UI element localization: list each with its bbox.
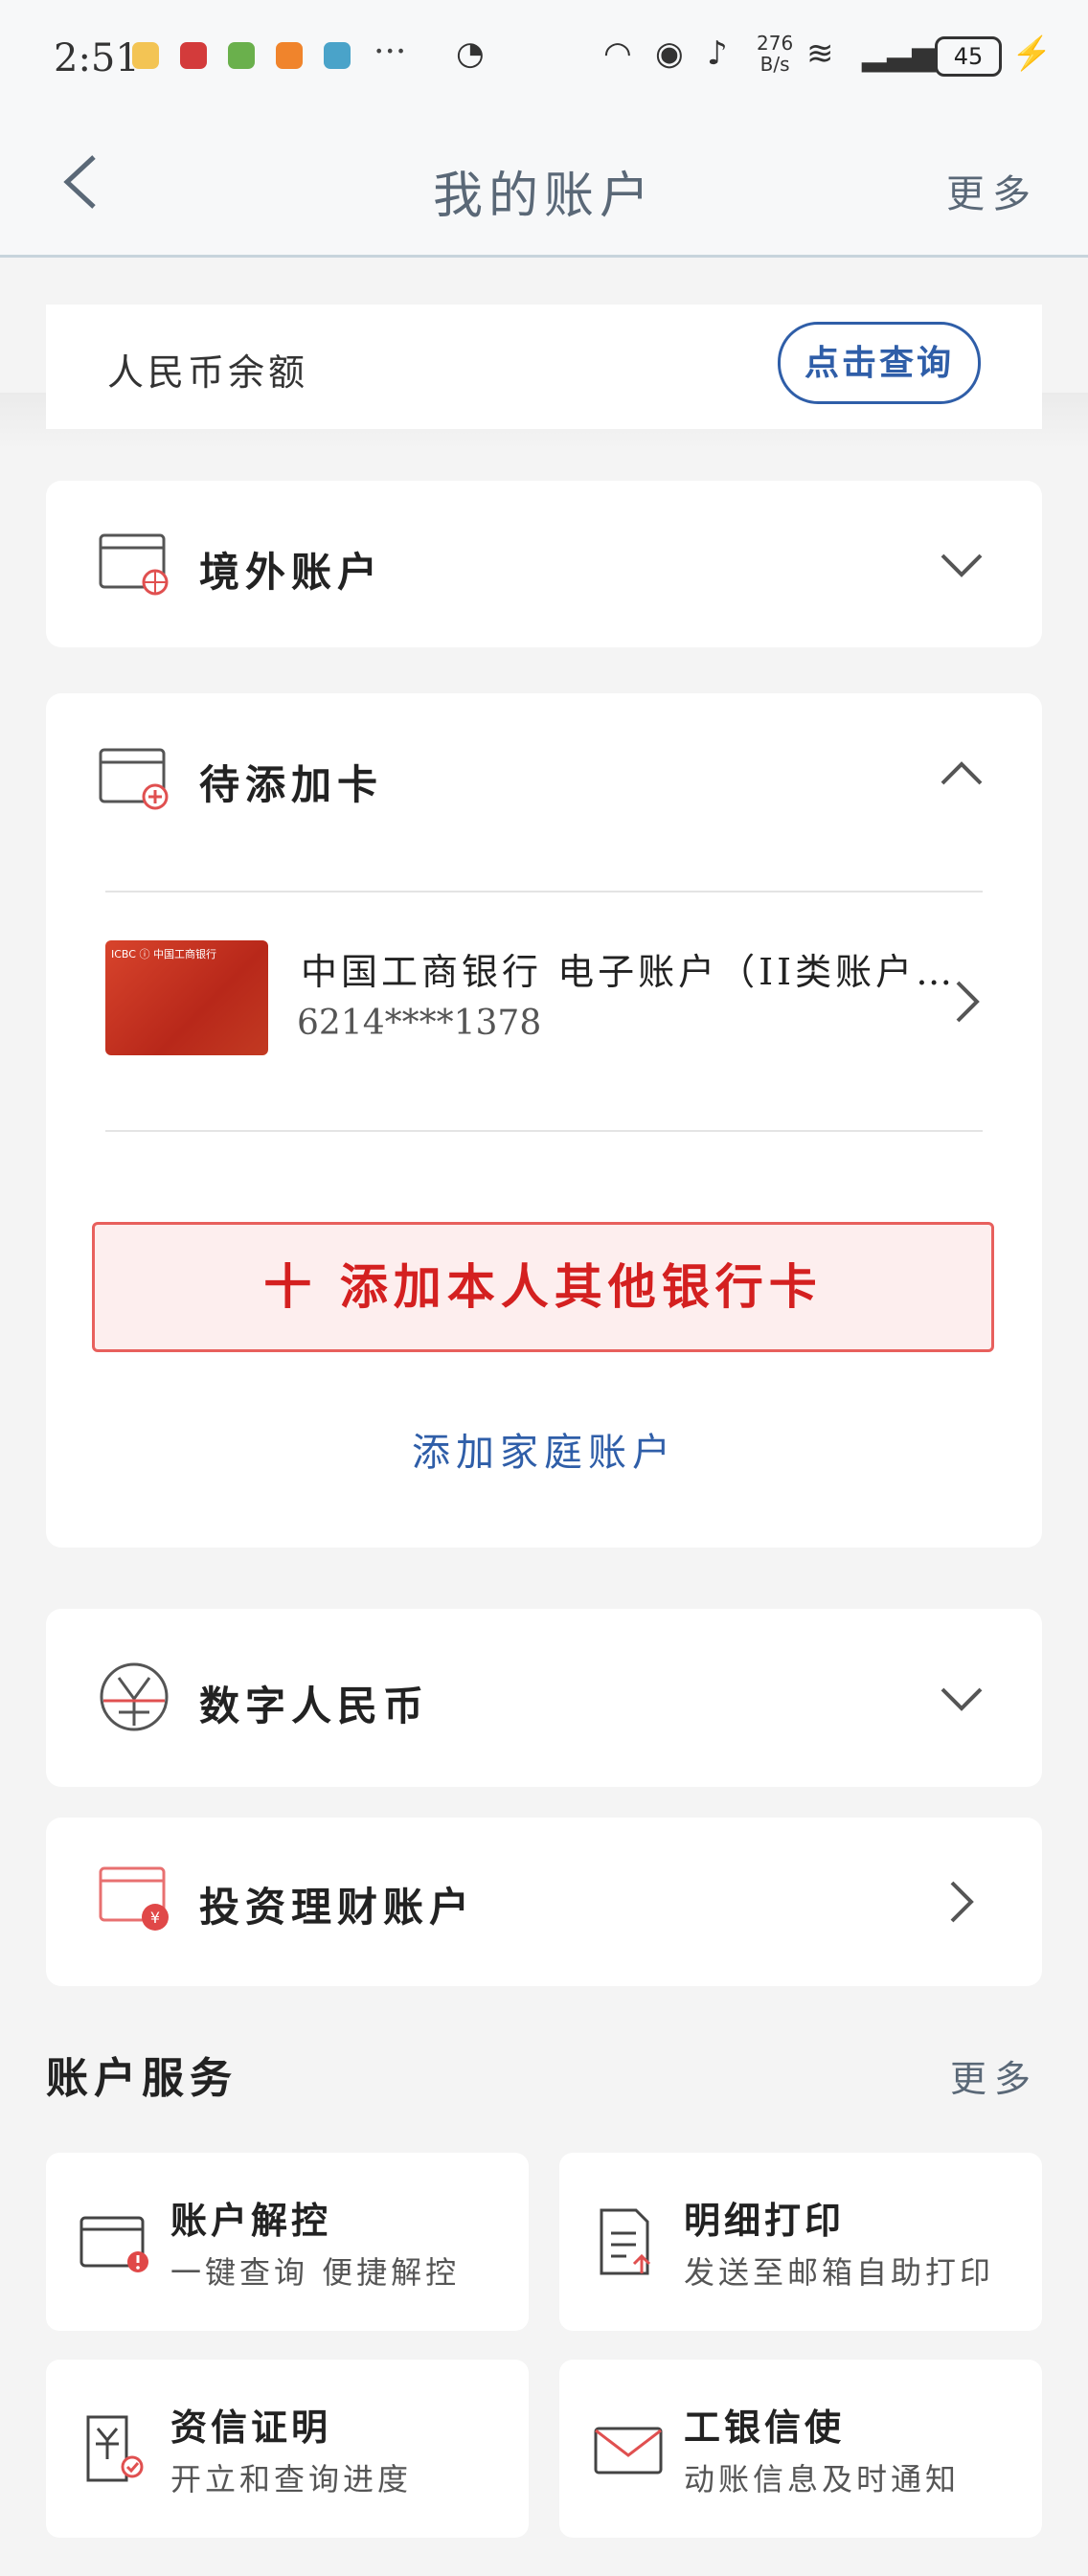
notification-app-icon [276,42,303,69]
battery-indicator: 45 [935,36,1002,77]
digital-rmb-title: 数字人民币 [199,1683,430,1729]
service-title: 工银信使 [684,2406,846,2449]
bell-muted-icon: ♪ [707,34,728,73]
service-credit-certificate[interactable]: 资信证明 开立和查询进度 [46,2360,529,2538]
account-services-title: 账户服务 [46,2054,238,2103]
notification-app-icon [180,42,207,69]
document-upload-icon [600,2208,651,2275]
chevron-down-icon [941,1687,983,1711]
bank-card-name: 中国工商银行 电子账户（II类账户… [301,951,957,993]
notification-app-icon [228,42,255,69]
service-subtitle: 动账信息及时通知 [684,2461,961,2497]
balance-bar: 人民币余额 点击查询 [46,305,1042,429]
pending-cards-section: 待添加卡 ICBC ⓘ 中国工商银行 中国工商银行 电子账户（II类账户… 62… [46,693,1042,1548]
divider [105,1130,983,1132]
notification-app-icon [324,42,351,69]
bank-logo: ICBC ⓘ 中国工商银行 [111,948,216,960]
add-other-card-button[interactable]: 十 添加本人其他银行卡 [92,1222,994,1352]
yuan-circle-icon [100,1662,169,1731]
add-family-account-link[interactable]: 添加家庭账户 [46,1421,1042,1477]
signal-icon: ▂▃▅ [862,34,938,73]
service-account-unfreeze[interactable]: 账户解控 一键查询 便捷解控 [46,2153,529,2331]
certificate-icon [86,2415,144,2482]
charging-icon: ⚡ [1011,34,1053,73]
status-time: 2:51 [54,36,140,80]
status-bar: 2:51 ··· ◔ ◠ ◉ ♪ 276 B/s ≋ ▂▃▅ 45 ⚡ [0,0,1088,115]
bank-card-item[interactable]: ICBC ⓘ 中国工商银行 中国工商银行 电子账户（II类账户… 6214***… [46,894,1042,1124]
page-title: 我的账户 [432,168,655,225]
wifi-icon: ≋ [806,34,834,73]
notification-mail-icon [132,42,159,69]
eye-icon: ◉ [655,34,684,73]
service-icbc-messenger[interactable]: 工银信使 动账信息及时通知 [559,2360,1042,2538]
pending-cards-title: 待添加卡 [199,761,384,808]
svg-text:¥: ¥ [150,1909,160,1927]
service-title: 账户解控 [170,2199,332,2242]
card-globe-icon [99,533,169,596]
speedometer-icon: ◠ [603,34,632,73]
bank-card-image: ICBC ⓘ 中国工商银行 [105,940,268,1055]
balance-query-button[interactable]: 点击查询 [778,322,981,404]
network-speed: 276 B/s [757,32,794,76]
balance-label: 人民币余额 [107,351,309,394]
wealth-card-icon: ¥ [99,1866,169,1931]
more-notifications-icon: ··· [374,33,407,72]
service-subtitle: 开立和查询进度 [170,2461,413,2497]
divider [105,891,983,893]
chevron-up-icon [941,761,983,785]
investment-account-row[interactable]: ¥ 投资理财账户 [46,1818,1042,1986]
chevron-down-icon [941,554,983,577]
service-subtitle: 发送至邮箱自助打印 [684,2254,995,2291]
card-add-icon [99,748,169,810]
service-title: 资信证明 [170,2406,332,2449]
digital-rmb-row[interactable]: 数字人民币 [46,1609,1042,1787]
bank-card-number: 6214****1378 [297,1004,542,1043]
overseas-account-row[interactable]: 境外账户 [46,481,1042,647]
services-more-button[interactable]: 更多 [950,2049,1038,2102]
service-subtitle: 一键查询 便捷解控 [170,2254,461,2291]
overseas-account-title: 境外账户 [199,549,384,596]
card-alert-icon [79,2216,148,2272]
service-statement-print[interactable]: 明细打印 发送至邮箱自助打印 [559,2153,1042,2331]
sync-icon: ◔ [456,34,485,73]
chevron-right-icon [956,981,980,1023]
chevron-right-icon [950,1881,974,1923]
envelope-icon [594,2427,663,2474]
nav-more-button[interactable]: 更多 [946,163,1038,218]
nav-bar: 我的账户 更多 [0,115,1088,258]
pending-cards-header[interactable]: 待添加卡 [46,693,1042,856]
service-title: 明细打印 [684,2199,846,2242]
investment-account-title: 投资理财账户 [199,1884,476,1931]
